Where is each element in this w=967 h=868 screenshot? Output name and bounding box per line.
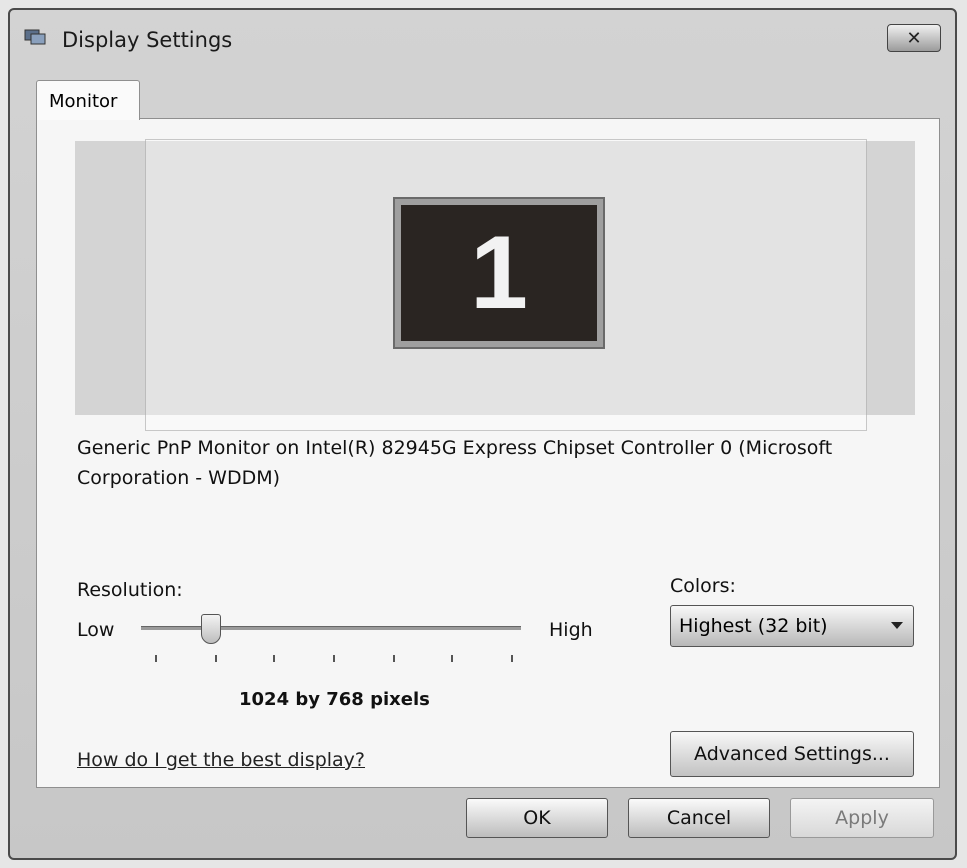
slider-tick — [215, 655, 217, 662]
window-title: Display Settings — [62, 28, 233, 52]
colors-selected-value: Highest (32 bit) — [679, 615, 828, 637]
tab-monitor[interactable]: Monitor — [36, 80, 140, 120]
ok-button[interactable]: OK — [466, 798, 608, 838]
resolution-value: 1024 by 768 pixels — [239, 689, 430, 710]
apply-button[interactable]: Apply — [790, 798, 934, 838]
resolution-slider-track[interactable] — [141, 626, 521, 630]
colors-dropdown[interactable]: Highest (32 bit) — [670, 605, 914, 647]
resolution-label: Resolution: — [77, 579, 183, 601]
title-bar[interactable]: Display Settings ✕ — [10, 10, 955, 72]
slider-tick — [155, 655, 157, 662]
monitor-description: Generic PnP Monitor on Intel(R) 82945G E… — [77, 437, 833, 489]
display-settings-window: Display Settings ✕ Monitor 1 Generic PnP… — [8, 8, 957, 860]
resolution-slider-thumb[interactable] — [201, 614, 221, 644]
slider-tick — [451, 655, 453, 662]
slider-tick — [511, 655, 513, 662]
cancel-button[interactable]: Cancel — [628, 798, 770, 838]
monitor-tab-panel: 1 Generic PnP Monitor on Intel(R) 82945G… — [36, 118, 940, 788]
monitor-arrangement-area: 1 — [75, 139, 915, 431]
chevron-down-icon — [891, 622, 903, 629]
resolution-high-label: High — [549, 619, 593, 641]
display-settings-icon — [24, 29, 46, 45]
advanced-settings-button[interactable]: Advanced Settings... — [670, 731, 914, 777]
monitor-1-screen: 1 — [401, 205, 597, 341]
slider-tick — [273, 655, 275, 662]
best-display-help-link[interactable]: How do I get the best display? — [77, 749, 365, 771]
monitor-1-preview[interactable]: 1 — [393, 197, 605, 349]
close-button[interactable]: ✕ — [887, 24, 941, 52]
slider-tick — [393, 655, 395, 662]
monitor-number: 1 — [470, 215, 528, 331]
close-icon: ✕ — [906, 27, 922, 49]
colors-label: Colors: — [670, 575, 736, 597]
resolution-low-label: Low — [77, 619, 115, 641]
slider-tick — [333, 655, 335, 662]
